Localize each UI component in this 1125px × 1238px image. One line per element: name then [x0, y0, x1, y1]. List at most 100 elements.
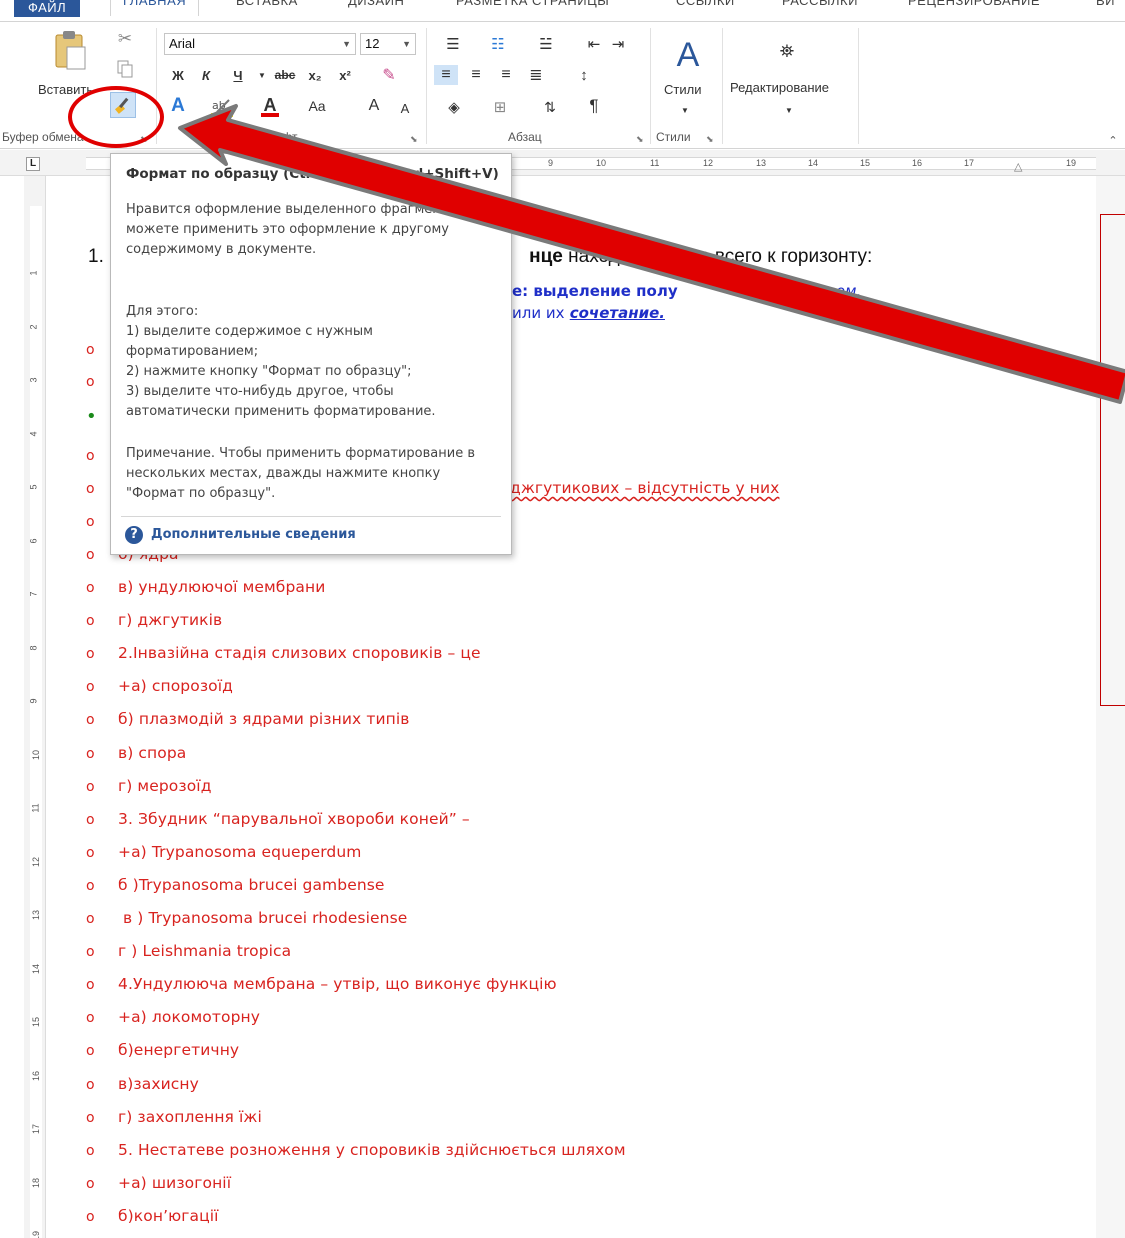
tooltip-step-3: 3) выделите что-нибудь другое, чтобы авт… — [126, 384, 436, 419]
list-item-text: 2.Інвазійна стадія слизових споровиків –… — [118, 644, 481, 663]
shading-icon[interactable]: ◈ — [436, 97, 472, 117]
list-item-text: в ) Trypanosoma brucei rhodesiense — [118, 909, 408, 927]
numbering-icon[interactable]: ☷ — [476, 34, 520, 54]
list-item: o г) захоплення їжі — [86, 1108, 262, 1126]
list-item-text: г) мерозоїд — [118, 776, 212, 795]
right-indent-marker[interactable]: △ — [1014, 160, 1022, 173]
subscript-button[interactable]: x₂ — [304, 64, 326, 86]
bullet-icon: o — [86, 580, 95, 596]
find-binoculars-icon[interactable]: ⛯ — [774, 38, 800, 64]
font-color-letter: A — [263, 95, 277, 115]
editing-button-label[interactable]: Редактирование — [730, 80, 829, 95]
bullet-icon: o — [86, 712, 95, 729]
list-item-text: в) ундулюючої мембрани — [118, 578, 326, 596]
clear-formatting-icon[interactable]: ✎ — [378, 64, 400, 86]
vertical-ruler-tick: 11 — [30, 803, 41, 813]
align-left-icon[interactable]: ≡ — [434, 65, 458, 85]
shrink-font-button[interactable]: A — [396, 98, 414, 118]
list-item-text: +а) Trypanosoma equeperdum — [118, 842, 362, 861]
chevron-down-icon[interactable]: ▼ — [782, 104, 796, 116]
italic-button[interactable]: К — [196, 64, 216, 86]
vertical-ruler-tick: 10 — [31, 749, 42, 760]
ribbon: Вставить ✂ Буфер обмена ⬊ Arial ▼ 12 ▼ Ж К… — [0, 22, 1125, 149]
font-size-select[interactable]: 12 ▼ — [360, 33, 416, 55]
font-color-button[interactable]: A — [258, 95, 282, 119]
help-icon: ? — [125, 526, 143, 544]
group-separator — [650, 28, 651, 144]
vertical-ruler-tick: 17 — [31, 1123, 42, 1135]
vertical-ruler-tick: 6 — [28, 537, 39, 544]
superscript-button[interactable]: x² — [334, 64, 356, 86]
highlight-color-icon[interactable]: ab — [208, 95, 238, 119]
decrease-indent-icon[interactable]: ⇤ — [584, 34, 604, 54]
copy-icon[interactable] — [114, 58, 136, 80]
more-info-link[interactable]: ? Дополнительные сведения — [125, 526, 356, 544]
increase-indent-icon[interactable]: ⇥ — [608, 34, 628, 54]
strikethrough-button[interactable]: abc — [272, 64, 298, 86]
tab-insert[interactable]: ВСТАВКА — [236, 0, 298, 8]
chevron-down-icon[interactable]: ▼ — [678, 104, 692, 116]
cut-icon[interactable]: ✂ — [114, 28, 136, 50]
sort-icon[interactable]: ⇅ — [540, 97, 560, 117]
bullet-icon: o — [86, 911, 95, 927]
font-family-value: Arial — [169, 36, 196, 51]
styles-button-label[interactable]: Стили — [664, 82, 701, 97]
paragraph-launcher-icon[interactable]: ⬊ — [636, 134, 644, 145]
tab-stop-selector[interactable]: L — [26, 157, 40, 171]
list-item-text: г) джгутиків — [118, 611, 223, 630]
list-item: o в) спора — [86, 744, 186, 762]
tab-references[interactable]: ССЫЛКИ — [676, 0, 735, 8]
vertical-ruler-tick: 1 — [28, 270, 39, 276]
tooltip-note: Примечание. Чтобы применить форматирован… — [126, 446, 476, 501]
tab-layout[interactable]: РАЗМЕТКА СТРАНИЦЫ — [456, 0, 609, 8]
tab-home[interactable]: ГЛАВНАЯ — [110, 0, 200, 16]
list-item-text: б)енергетичну — [118, 1041, 240, 1060]
grow-font-button[interactable]: A — [364, 95, 384, 117]
collapse-ribbon-icon[interactable]: ⌃ — [1106, 134, 1120, 147]
list-item: o б)кон’югації — [86, 1207, 219, 1225]
chevron-down-icon[interactable]: ▼ — [256, 64, 268, 86]
styles-icon[interactable]: A — [664, 32, 712, 78]
text-effects-icon[interactable]: A — [168, 95, 188, 117]
paragraph-group-label: Абзац — [508, 130, 542, 144]
bullet-icon: o — [86, 679, 95, 696]
list-item: o +а) Trypanosoma equeperdum — [86, 843, 362, 861]
font-family-select[interactable]: Arial ▼ — [164, 33, 356, 55]
tab-view[interactable]: ВИ — [1096, 0, 1115, 8]
align-center-icon[interactable]: ≡ — [464, 65, 488, 85]
tab-mailings[interactable]: РАССЫЛКИ — [782, 0, 858, 8]
list-item: o в) ундулюючої мембрани — [86, 578, 325, 596]
tooltip-description: Нравится оформление выделенного фрагмент… — [126, 202, 487, 257]
bullet-icon: o — [86, 877, 95, 894]
styles-launcher-icon[interactable]: ⬊ — [706, 134, 714, 145]
vertical-ruler[interactable]: 1 2 3 4 5 6 7 8 9 10 11 12 13 14 15 16 17 18 19 — [24, 176, 46, 1238]
vertical-ruler-tick: 15 — [31, 1016, 42, 1028]
font-launcher-icon[interactable]: ⬊ — [410, 134, 418, 145]
show-formatting-icon[interactable]: ¶ — [584, 95, 604, 117]
align-right-icon[interactable]: ≡ — [494, 65, 518, 85]
bullets-icon[interactable]: ☰ — [436, 34, 470, 54]
list-item: o 5. Нестатеве розноження у споровиків зд… — [86, 1141, 626, 1159]
tooltip-steps-heading: Для этого: — [126, 304, 199, 319]
question-fragment: иже всего к горизонту: — [675, 246, 873, 267]
multilevel-list-icon[interactable]: ☱ — [526, 34, 566, 54]
line-spacing-icon[interactable]: ↕ — [564, 65, 604, 85]
note-bold-italic-fragment: сочетание. — [569, 304, 665, 322]
underline-button[interactable]: Ч — [228, 64, 248, 86]
tab-file[interactable]: ФАЙЛ — [14, 0, 81, 17]
tab-design[interactable]: ДИЗАЙН — [348, 0, 404, 8]
group-separator — [858, 28, 859, 144]
list-item: o +а) локомоторну — [86, 1008, 260, 1026]
list-item: o б) плазмодій з ядрами різних типів — [86, 710, 410, 728]
ruler-tick: 10 — [596, 158, 607, 168]
justify-icon[interactable]: ≣ — [524, 65, 548, 85]
paste-icon[interactable] — [50, 28, 90, 74]
tab-review[interactable]: РЕЦЕНЗИРОВАНИЕ — [908, 0, 1040, 8]
bullet-icon: o — [86, 1208, 95, 1225]
list-item: o г) мерозоїд — [86, 777, 212, 795]
borders-icon[interactable]: ⊞ — [480, 97, 520, 117]
bold-button[interactable]: Ж — [168, 64, 188, 86]
bullet-icon: o — [86, 613, 95, 630]
change-case-button[interactable]: Aa — [302, 95, 332, 117]
font-size-value: 12 — [365, 36, 380, 51]
